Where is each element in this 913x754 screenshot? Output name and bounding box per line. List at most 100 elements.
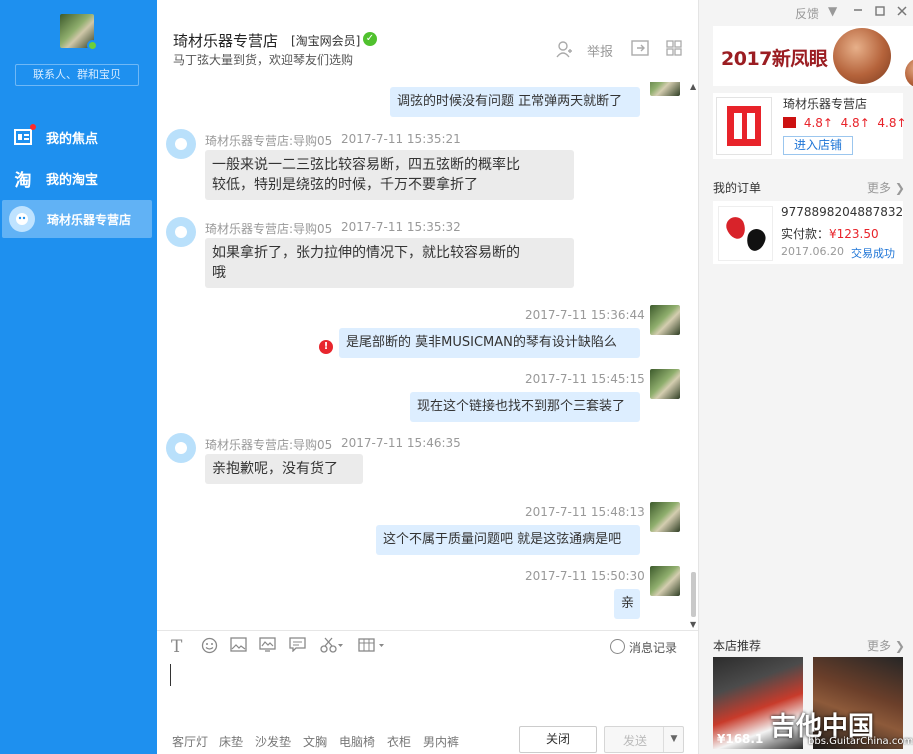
ad-keyword-link[interactable]: 男内裤: [423, 733, 459, 750]
enter-store-button[interactable]: 进入店铺: [783, 136, 853, 155]
message-bubble-outgoing[interactable]: 亲: [614, 589, 640, 619]
guitar-pick-image: [744, 227, 768, 253]
store-avatar-icon: [9, 206, 35, 232]
sidebar-item-store-chat[interactable]: 琦材乐器专营店: [2, 200, 152, 238]
message-sender: 琦材乐器专营店:导购05: [205, 222, 333, 236]
share-icon[interactable]: [631, 40, 649, 60]
close-window-icon[interactable]: [897, 5, 907, 19]
message-scrollbar[interactable]: ▲ ▼: [689, 82, 698, 630]
message-time: 2017-7-11 15:35:32: [341, 220, 461, 234]
sidebar-item-label: 琦材乐器专营店: [47, 212, 132, 227]
message-bubble-incoming[interactable]: 亲抱歉呢，没有货了: [205, 454, 363, 484]
order-status-link[interactable]: 交易成功: [851, 245, 895, 261]
message-input[interactable]: [157, 662, 698, 724]
input-toolbar: T 消息记录: [157, 630, 698, 662]
paid-label: 实付款：: [781, 227, 830, 241]
text-caret: [170, 664, 171, 686]
message-line: 较低，特别是绕弦的时候，千万不要拿折了: [212, 177, 478, 193]
scissors-icon[interactable]: [320, 637, 344, 657]
member-tag: [淘宝网会员]: [291, 34, 361, 48]
rating-value: 4.8↑: [840, 116, 870, 130]
sidebar: 联系人、群和宝贝 我的焦点 淘 我的淘宝 琦材乐器专营店: [0, 0, 157, 754]
message-line: 如果拿折了，张力拉伸的情况下，就比较容易断的: [212, 245, 520, 261]
unread-dot-icon: [30, 124, 36, 130]
message-line: 一般来说一二三弦比较容易断，四五弦断的概率比: [212, 157, 520, 173]
minimize-icon[interactable]: [853, 2, 863, 19]
message-history-button[interactable]: 消息记录: [609, 639, 677, 656]
orders-title: 我的订单: [713, 181, 762, 195]
message-time: 2017-7-11 15:45:15: [525, 372, 645, 386]
sidebar-item-focus[interactable]: 我的焦点: [2, 118, 152, 156]
close-button[interactable]: 关闭: [519, 726, 597, 753]
apps-grid-icon[interactable]: [666, 40, 682, 60]
quick-reply-icon[interactable]: [289, 637, 306, 656]
order-date: 2017.06.20: [781, 245, 844, 258]
message-sender: 琦材乐器专营店:导购05: [205, 134, 333, 148]
message-bubble-outgoing[interactable]: 这个不属于质量问题吧 就是这弦通病是吧: [376, 525, 640, 555]
message-time: 2017-7-11 15:50:30: [525, 569, 645, 583]
message-bubble-outgoing[interactable]: 现在这个链接也找不到那个三套装了: [410, 392, 640, 422]
store-name[interactable]: 琦材乐器专营店: [783, 95, 867, 112]
ad-banner[interactable]: 2017新凤眼: [713, 26, 913, 86]
contact-search-input[interactable]: 联系人、群和宝贝: [15, 64, 139, 86]
message-time: 2017-7-11 15:46:35: [341, 436, 461, 450]
chat-title[interactable]: 琦材乐器专营店: [173, 30, 278, 51]
store-ratings: 4.8↑ 4.8↑ 4.8↑: [783, 116, 907, 130]
send-button[interactable]: 发送 ▼: [604, 726, 684, 753]
menu-dropdown-icon[interactable]: ▼: [828, 4, 837, 18]
maximize-icon[interactable]: [875, 5, 885, 19]
message-time: 2017-7-11 15:48:13: [525, 505, 645, 519]
message-bubble-outgoing[interactable]: 是尾部断的 莫非MUSICMAN的琴有设计缺陷么: [339, 328, 640, 358]
banner-product-image: [905, 58, 913, 86]
more-tools-icon[interactable]: [358, 637, 386, 657]
window-controls: 反馈 ▼: [795, 4, 907, 21]
store-logo-mark: [727, 106, 761, 146]
ad-keyword-link[interactable]: 客厅灯: [172, 733, 208, 750]
message-bubble-incoming[interactable]: 一般来说一二三弦比较容易断，四五弦断的概率比 较低，特别是绕弦的时候，千万不要拿…: [205, 150, 574, 200]
orders-more-link[interactable]: 更多 ❯: [867, 179, 905, 196]
store-logo[interactable]: [716, 97, 772, 155]
image-icon[interactable]: [230, 637, 247, 656]
order-card[interactable]: 9778898204887832 实付款：¥123.50 2017.06.20 …: [713, 201, 903, 264]
banner-text: 2017新凤眼: [721, 48, 828, 70]
message-bubble-incoming[interactable]: 如果拿折了，张力拉伸的情况下，就比较容易断的 哦: [205, 238, 574, 288]
message-sender: 琦材乐器专营店:导购05: [205, 438, 333, 452]
report-button[interactable]: 举报: [587, 41, 613, 60]
send-options-icon[interactable]: ▼: [663, 727, 684, 752]
shop-avatar: [166, 129, 196, 159]
ad-keyword-link[interactable]: 文胸: [303, 733, 327, 750]
shop-notice: 马丁弦大量到货，欢迎琴友们选购: [173, 53, 354, 67]
ad-keyword-link[interactable]: 电脑椅: [339, 733, 375, 750]
scroll-up-icon[interactable]: ▲: [690, 82, 696, 91]
order-paid: 实付款：¥123.50: [781, 225, 879, 242]
send-failed-icon[interactable]: !: [319, 340, 333, 354]
sidebar-item-label: 我的焦点: [46, 131, 99, 147]
self-avatar: [650, 82, 680, 96]
order-number: 9778898204887832: [781, 205, 904, 219]
self-avatar: [650, 305, 680, 335]
sidebar-item-taobao[interactable]: 淘 我的淘宝: [2, 159, 152, 197]
recommend-title: 本店推荐: [713, 639, 762, 653]
screenshot-icon[interactable]: [259, 637, 276, 656]
recommend-more-link[interactable]: 更多 ❯: [867, 637, 905, 654]
message-time: 2017-7-11 15:35:21: [341, 132, 461, 146]
font-icon[interactable]: T: [171, 637, 182, 657]
message-list[interactable]: 调弦的时候没有问题 正常弹两天就断了 琦材乐器专营店:导购05 2017-7-1…: [157, 82, 698, 630]
emoji-icon[interactable]: [201, 637, 218, 658]
guitar-pick-image: [723, 214, 749, 242]
order-product-image: [718, 206, 773, 261]
scroll-down-icon[interactable]: ▼: [690, 620, 696, 629]
scrollbar-thumb[interactable]: [691, 572, 696, 617]
feedback-button[interactable]: 反馈: [795, 7, 819, 21]
chat-header: 琦材乐器专营店 [淘宝网会员] ✓ 马丁弦大量到货，欢迎琴友们选购 举报: [157, 0, 698, 82]
ad-keyword-link[interactable]: 衣柜: [387, 733, 411, 750]
message-bubble-outgoing[interactable]: 调弦的时候没有问题 正常弹两天就断了: [390, 87, 640, 117]
ad-keyword-link[interactable]: 沙发垫: [255, 733, 291, 750]
ad-keyword-link[interactable]: 床垫: [219, 733, 243, 750]
add-contact-icon[interactable]: [555, 40, 573, 62]
store-card: 琦材乐器专营店 4.8↑ 4.8↑ 4.8↑ 进入店铺: [713, 93, 907, 159]
recommended-product-price: ¥168.1: [717, 732, 764, 746]
send-label: 发送: [623, 734, 648, 748]
self-avatar: [650, 566, 680, 596]
shop-avatar: [166, 433, 196, 463]
